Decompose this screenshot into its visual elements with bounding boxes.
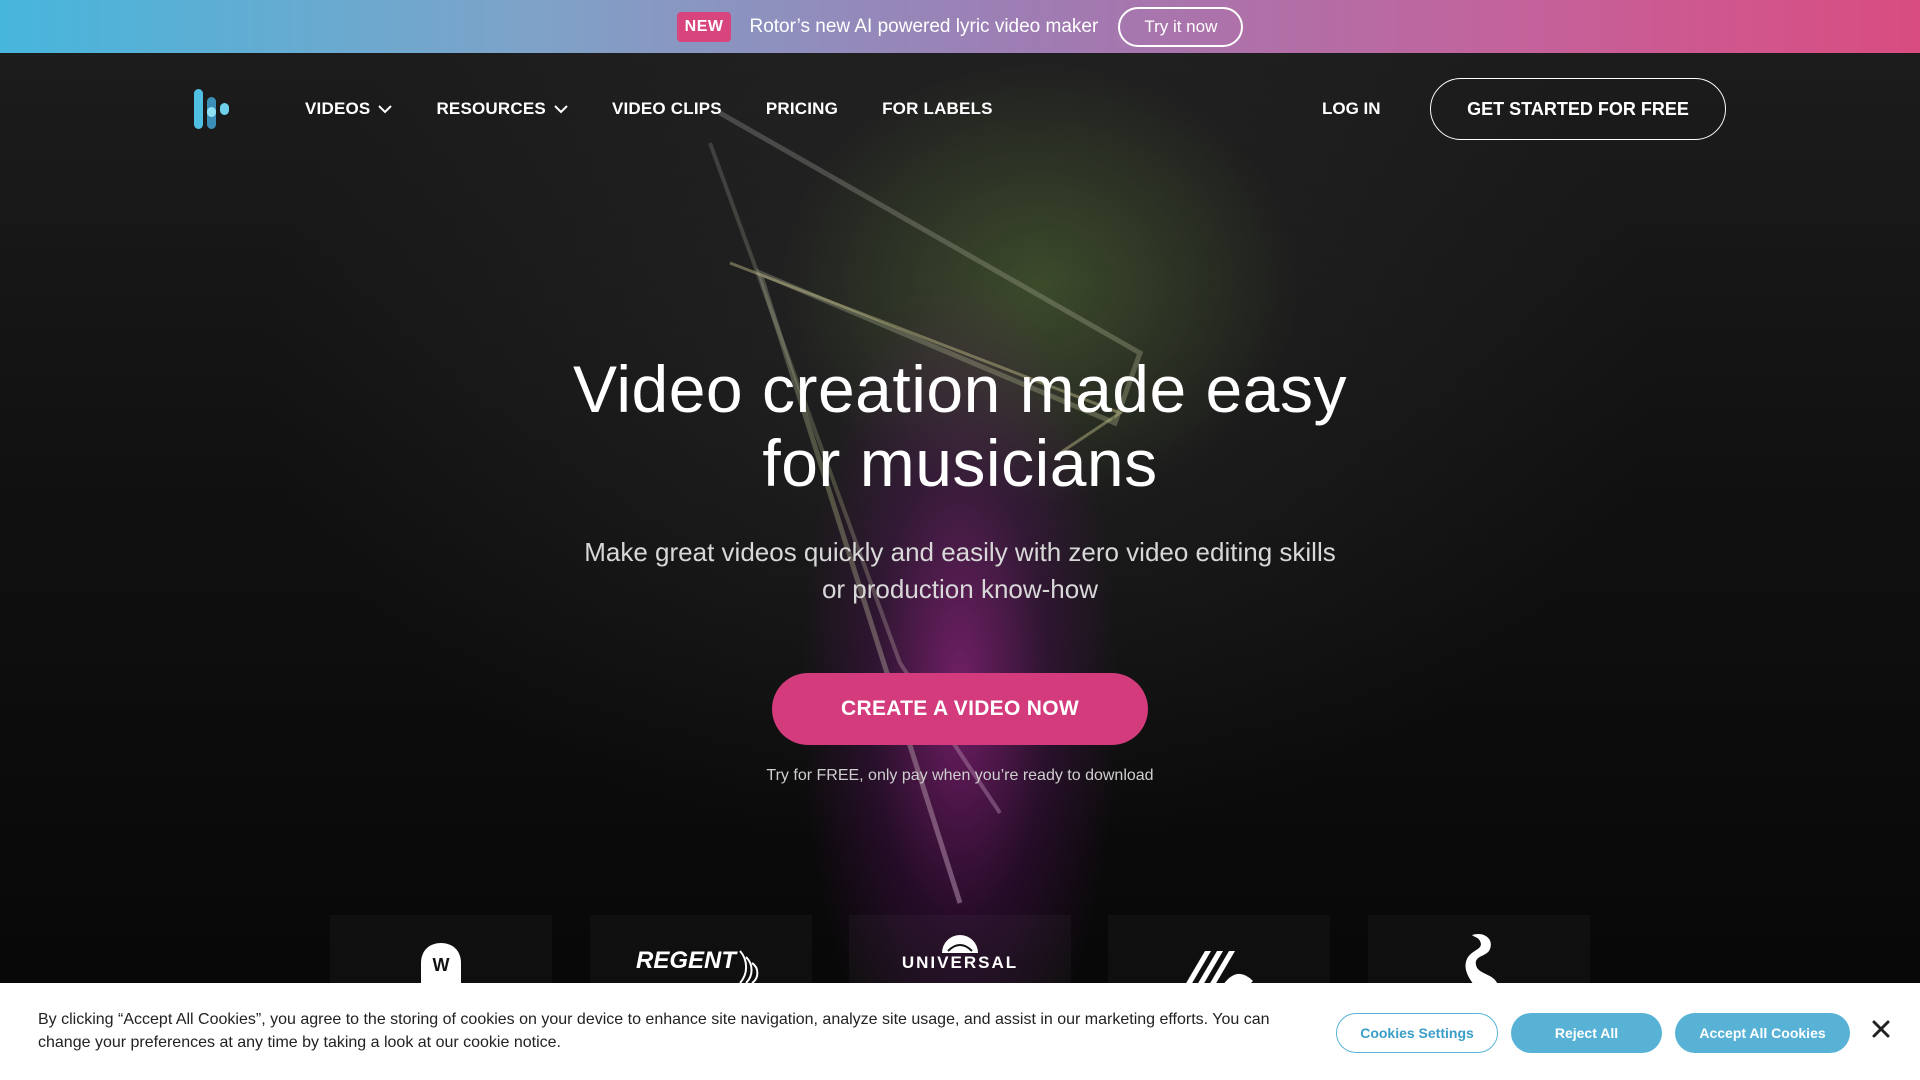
nav-videos-label: VIDEOS [305, 99, 371, 118]
cookie-banner: By clicking “Accept All Cookies”, you ag… [0, 983, 1920, 1080]
universal-logo: UNIVERSAL [849, 915, 1071, 985]
nav-pricing[interactable]: PRICING [766, 99, 838, 119]
hero-subtitle: Make great videos quickly and easily wit… [520, 534, 1400, 608]
nav-links: VIDEOS RESOURCES VIDEO CLIPS PRICING FOR… [305, 53, 993, 165]
hero-title-line-1: Video creation made easy [573, 352, 1347, 426]
swan-icon [1465, 933, 1498, 985]
rotor-logo-icon[interactable] [194, 89, 234, 129]
swan-logo [1368, 915, 1590, 985]
hero-title-line-2: for musicians [762, 426, 1158, 500]
hero-subtitle-line-2: or production know-how [821, 574, 1099, 604]
get-started-button[interactable]: GET STARTED FOR FREE [1430, 78, 1726, 140]
close-icon[interactable] [1870, 1018, 1892, 1040]
main-nav: VIDEOS RESOURCES VIDEO CLIPS PRICING FOR… [0, 53, 1920, 165]
regent-logo-text: REGENT [635, 947, 736, 974]
label-stripes-logo [1108, 915, 1330, 985]
chevron-down-icon [554, 104, 568, 113]
universal-logo-group: UNIVERSAL [902, 931, 1018, 985]
accept-all-cookies-button[interactable]: Accept All Cookies [1675, 1013, 1850, 1053]
free-trial-note: Try for FREE, only pay when you’re ready… [766, 767, 1154, 784]
hero-title: Video creation made easy for musicians [460, 352, 1460, 500]
cookie-text: By clicking “Accept All Cookies”, you ag… [38, 1011, 1270, 1051]
warner-music-icon: W [421, 943, 461, 985]
stripes-icon [1185, 951, 1253, 985]
chevron-down-icon [378, 104, 393, 113]
nav-videos[interactable]: VIDEOS [305, 99, 393, 119]
nav-for-labels[interactable]: FOR LABELS [882, 99, 993, 119]
sound-waves-icon [739, 950, 759, 983]
try-it-now-button[interactable]: Try it now [1118, 6, 1244, 47]
reject-all-button[interactable]: Reject All [1511, 1013, 1662, 1053]
nav-resources[interactable]: RESOURCES [436, 99, 568, 119]
globe-icon [941, 935, 978, 953]
regent-logo: REGENT [590, 915, 812, 985]
create-video-button[interactable]: CREATE A VIDEO NOW [772, 673, 1148, 745]
nav-video-clips[interactable]: VIDEO CLIPS [612, 99, 722, 119]
new-badge: NEW [676, 11, 732, 42]
cookies-settings-button[interactable]: Cookies Settings [1336, 1013, 1498, 1053]
login-link[interactable]: LOG IN [1322, 53, 1381, 165]
partner-logos: W REGENT UNIVERSAL [0, 915, 1920, 985]
svg-text:W: W [433, 955, 450, 975]
universal-logo-text: UNIVERSAL [901, 953, 1019, 972]
announcement-bar: NEW Rotor’s new AI powered lyric video m… [0, 0, 1920, 53]
announcement-text: Rotor’s new AI powered lyric video maker [749, 15, 1099, 37]
nav-resources-label: RESOURCES [436, 99, 546, 118]
warner-music-logo: W [330, 915, 552, 985]
hero-subtitle-line-1: Make great videos quickly and easily wit… [584, 537, 1336, 567]
